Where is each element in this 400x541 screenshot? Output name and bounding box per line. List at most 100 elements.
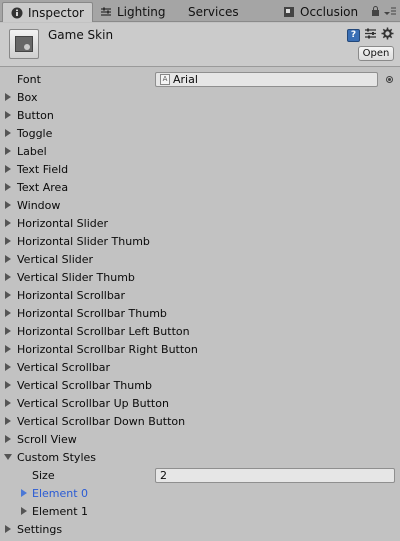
style-item-label: Horizontal Scrollbar Thumb <box>17 306 167 320</box>
element-0-label: Element 0 <box>32 486 89 500</box>
size-input[interactable]: 2 <box>155 467 395 483</box>
style-item-row[interactable]: Horizontal Scrollbar Right Button <box>0 340 400 358</box>
collapsed-arrow-icon[interactable] <box>5 129 11 137</box>
style-item-label: Horizontal Scrollbar <box>17 288 126 302</box>
collapsed-arrow-icon[interactable] <box>5 381 11 389</box>
style-item-row[interactable]: Text Area <box>0 178 400 196</box>
font-row: Font A Arial <box>0 70 400 88</box>
settings-label: Settings <box>17 522 63 536</box>
style-item-label: Scroll View <box>17 432 77 446</box>
collapsed-arrow-icon[interactable] <box>5 363 11 371</box>
style-item-row[interactable]: Vertical Scrollbar <box>0 358 400 376</box>
collapsed-arrow-icon[interactable] <box>5 525 11 533</box>
collapsed-arrow-icon[interactable] <box>5 435 11 443</box>
style-item-label: Box <box>17 90 38 104</box>
style-item-row[interactable]: Box <box>0 88 400 106</box>
style-item-row[interactable]: Vertical Slider <box>0 250 400 268</box>
expanded-arrow-icon[interactable] <box>4 454 12 460</box>
collapsed-arrow-icon[interactable] <box>5 309 11 317</box>
style-item-label: Window <box>17 198 61 212</box>
collapsed-arrow-icon[interactable] <box>5 183 11 191</box>
window-menu[interactable] <box>371 6 396 19</box>
collapsed-arrow-icon[interactable] <box>5 147 11 155</box>
style-item-row[interactable]: Horizontal Scrollbar Thumb <box>0 304 400 322</box>
style-item-label: Vertical Slider <box>17 252 94 266</box>
collapsed-arrow-icon[interactable] <box>5 399 11 407</box>
asset-title: Game Skin <box>48 28 114 42</box>
tab-inspector[interactable]: Inspector <box>2 2 93 22</box>
font-label: Font <box>17 72 41 86</box>
lighting-icon <box>100 6 112 18</box>
collapsed-arrow-icon[interactable] <box>5 237 11 245</box>
inspector-header: Game Skin ? Open <box>0 23 400 67</box>
object-picker-icon[interactable] <box>386 75 393 83</box>
style-item-row[interactable]: Horizontal Scrollbar Left Button <box>0 322 400 340</box>
style-item-label: Horizontal Scrollbar Right Button <box>17 342 198 356</box>
style-item-label: Horizontal Slider Thumb <box>17 234 150 248</box>
menu-icon[interactable] <box>384 6 396 19</box>
collapsed-arrow-icon[interactable] <box>5 291 11 299</box>
custom-styles-label: Custom Styles <box>17 450 96 464</box>
style-item-label: Text Field <box>17 162 69 176</box>
tab-occlusion-label: Occlusion <box>300 5 359 19</box>
style-item-row[interactable]: Vertical Slider Thumb <box>0 268 400 286</box>
style-item-row[interactable]: Horizontal Scrollbar <box>0 286 400 304</box>
element-1-label: Element 1 <box>32 504 89 518</box>
style-item-row[interactable]: Button <box>0 106 400 124</box>
collapsed-arrow-icon[interactable] <box>5 255 11 263</box>
style-item-row[interactable]: Vertical Scrollbar Up Button <box>0 394 400 412</box>
preset-icon[interactable] <box>364 27 377 43</box>
collapsed-arrow-icon[interactable] <box>5 327 11 335</box>
style-item-label: Vertical Scrollbar Thumb <box>17 378 152 392</box>
collapsed-arrow-icon[interactable] <box>21 507 27 515</box>
font-asset-icon: A <box>160 73 170 85</box>
style-item-row[interactable]: Window <box>0 196 400 214</box>
font-field[interactable]: A Arial <box>155 71 378 87</box>
tab-bar: Inspector Lighting Services Occlusion <box>0 0 400 22</box>
collapsed-arrow-icon[interactable] <box>5 345 11 353</box>
header-icons: ? <box>347 27 394 43</box>
style-item-label: Vertical Scrollbar Down Button <box>17 414 186 428</box>
size-label: Size <box>32 468 55 482</box>
settings-row[interactable]: Settings <box>0 520 400 538</box>
element-1-row[interactable]: Element 1 <box>0 502 400 520</box>
collapsed-arrow-icon[interactable] <box>21 489 27 497</box>
style-item-label: Horizontal Slider <box>17 216 109 230</box>
style-item-label: Text Area <box>17 180 69 194</box>
tab-services-label: Services <box>188 5 239 19</box>
tab-lighting-label: Lighting <box>117 5 166 19</box>
font-value: Arial <box>173 72 198 86</box>
collapsed-arrow-icon[interactable] <box>5 273 11 281</box>
element-0-row[interactable]: Element 0 <box>0 484 400 502</box>
collapsed-arrow-icon[interactable] <box>5 417 11 425</box>
occlusion-icon <box>283 6 295 18</box>
style-item-row[interactable]: Label <box>0 142 400 160</box>
info-icon <box>11 7 23 19</box>
size-row: Size 2 <box>0 466 400 484</box>
tab-services[interactable]: Services <box>180 2 247 22</box>
style-item-label: Label <box>17 144 47 158</box>
collapsed-arrow-icon[interactable] <box>5 93 11 101</box>
style-item-row[interactable]: Scroll View <box>0 430 400 448</box>
tab-lighting[interactable]: Lighting <box>92 2 174 22</box>
help-icon[interactable]: ? <box>347 28 360 42</box>
collapsed-arrow-icon[interactable] <box>5 111 11 119</box>
style-item-label: Vertical Scrollbar <box>17 360 111 374</box>
style-item-row[interactable]: Vertical Scrollbar Down Button <box>0 412 400 430</box>
style-item-row[interactable]: Text Field <box>0 160 400 178</box>
style-item-label: Vertical Scrollbar Up Button <box>17 396 169 410</box>
gear-icon[interactable] <box>381 27 394 43</box>
lock-icon[interactable] <box>371 6 380 19</box>
style-item-row[interactable]: Horizontal Slider <box>0 214 400 232</box>
custom-styles-row[interactable]: Custom Styles <box>0 448 400 466</box>
collapsed-arrow-icon[interactable] <box>5 165 11 173</box>
style-item-row[interactable]: Vertical Scrollbar Thumb <box>0 376 400 394</box>
gui-skin-icon <box>9 29 39 59</box>
tab-occlusion[interactable]: Occlusion <box>275 2 366 22</box>
style-item-row[interactable]: Horizontal Slider Thumb <box>0 232 400 250</box>
style-item-label: Toggle <box>17 126 53 140</box>
open-button[interactable]: Open <box>358 46 394 61</box>
collapsed-arrow-icon[interactable] <box>5 219 11 227</box>
style-item-row[interactable]: Toggle <box>0 124 400 142</box>
collapsed-arrow-icon[interactable] <box>5 201 11 209</box>
